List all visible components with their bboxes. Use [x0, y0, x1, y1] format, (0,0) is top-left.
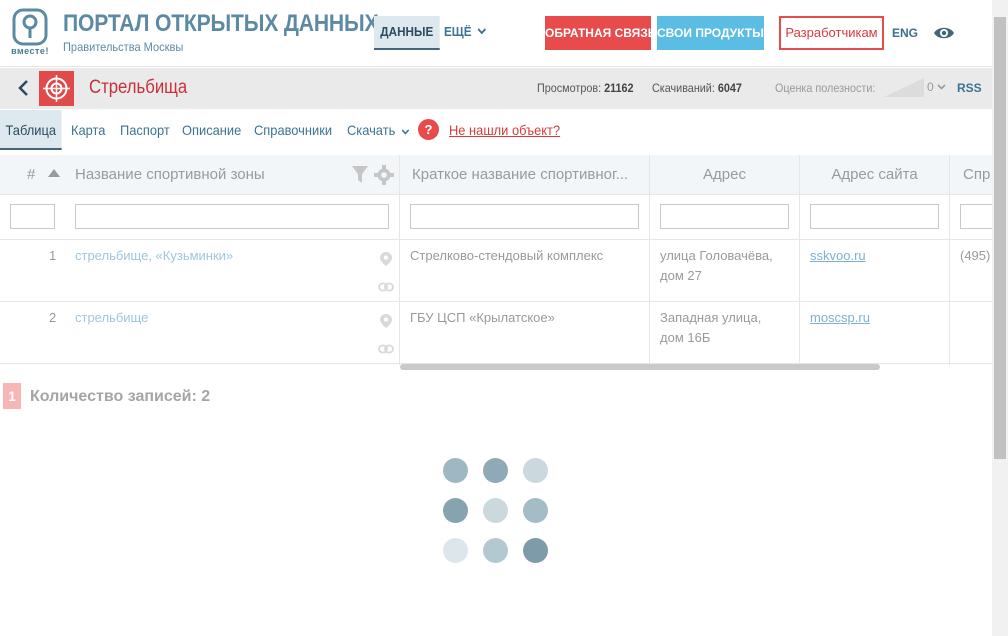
spinner-dot — [483, 458, 508, 483]
filter-icon[interactable] — [352, 166, 368, 184]
tab-dictionaries[interactable]: Справочники — [254, 110, 332, 150]
tab-download-label: Скачать — [347, 122, 396, 138]
link-icon[interactable] — [378, 344, 394, 354]
filter-input-website[interactable] — [810, 204, 939, 229]
column-divider — [399, 155, 400, 365]
dataset-title: Стрельбища — [89, 77, 188, 98]
row-short-name: Стрелково-стендовый комплекс — [410, 248, 604, 263]
tab-table[interactable]: Таблица — [0, 110, 62, 150]
tab-passport[interactable]: Паспорт — [120, 110, 170, 150]
filter-input-name[interactable] — [75, 204, 389, 229]
logo-icon[interactable]: вместе! — [6, 8, 54, 60]
rating-dropdown[interactable]: 0 — [927, 80, 946, 94]
table-header: # Название спортивной зоны Краткое назва… — [0, 155, 992, 195]
link-icon[interactable] — [378, 282, 394, 292]
table-row[interactable]: 1 стрельбище, «Кузьминки» Стрелково-стен… — [0, 240, 992, 302]
row-website-link[interactable]: moscsp.ru — [810, 308, 870, 328]
nav-more-label: ЕЩЁ — [444, 24, 472, 39]
column-header-phone[interactable]: Спр — [963, 155, 992, 195]
views-label: Просмотров: — [537, 81, 602, 95]
filter-input-address[interactable] — [660, 204, 789, 229]
data-table: # Название спортивной зоны Краткое назва… — [0, 155, 992, 365]
vertical-scrollbar[interactable] — [992, 0, 1008, 636]
column-header-short-name[interactable]: Краткое название спортивног... — [412, 155, 644, 195]
sort-asc-icon[interactable] — [48, 169, 60, 177]
rating-label: Оценка полезности: — [775, 81, 876, 95]
row-name-link[interactable]: стрельбище — [75, 308, 148, 328]
row-website-link[interactable]: sskvoo.ru — [810, 246, 866, 266]
dataset-bar: Стрельбища Просмотров: 21162 Скачиваний:… — [0, 68, 992, 109]
row-address: Западная улица, дом 16Б — [660, 308, 761, 348]
portal-subtitle: Правительства Москвы — [63, 40, 184, 54]
table-row[interactable]: 2 стрельбище ГБУ ЦСП «Крылатское» Западн… — [0, 302, 992, 364]
row-address-line1: улица Головачёва, — [660, 248, 773, 263]
column-header-website[interactable]: Адрес сайта — [800, 155, 949, 195]
chevron-down-icon — [477, 28, 486, 35]
filter-input-phone[interactable] — [960, 204, 992, 229]
horizontal-scrollbar[interactable] — [400, 364, 880, 370]
logo-word: вместе! — [11, 46, 49, 56]
spinner-dot — [523, 498, 548, 523]
row-phone: (495) — [960, 248, 991, 263]
dataset-tabs: Таблица Карта Паспорт Описание Справочни… — [0, 110, 992, 153]
filter-input-num[interactable] — [10, 204, 55, 229]
spinner-dot — [483, 538, 508, 563]
row-address-line2: дом 27 — [660, 268, 702, 283]
row-address-line2: дом 16Б — [660, 330, 711, 345]
downloads-label: Скачиваний: — [652, 81, 715, 95]
tab-map[interactable]: Карта — [71, 110, 105, 150]
not-found-link[interactable]: Не нашли объект? — [449, 110, 560, 150]
developers-button[interactable]: Разработчикам — [779, 16, 884, 50]
downloads-stat: Скачиваний: 6047 — [652, 81, 742, 95]
row-short-name: ГБУ ЦСП «Крылатское» — [410, 310, 555, 325]
row-address-line1: Западная улица, — [660, 310, 762, 325]
column-divider — [649, 155, 650, 365]
rating-meter[interactable] — [884, 78, 924, 97]
column-divider — [949, 155, 950, 365]
chevron-down-icon — [937, 84, 946, 90]
portal-title[interactable]: ПОРТАЛ ОТКРЫТЫХ ДАННЫХ — [63, 10, 379, 38]
spinner-dot — [443, 458, 468, 483]
downloads-count: 6047 — [717, 81, 742, 95]
feedback-button[interactable]: ОБРАТНАЯ СВЯЗЬ — [545, 16, 656, 50]
spinner-dot — [483, 498, 508, 523]
views-stat: Просмотров: 21162 — [537, 81, 634, 95]
nav-more[interactable]: ЕЩЁ — [444, 24, 486, 39]
rating-value: 0 — [927, 80, 934, 94]
scrollbar-thumb[interactable] — [994, 17, 1006, 459]
row-num: 1 — [49, 248, 57, 263]
site-header: вместе! ПОРТАЛ ОТКРЫТЫХ ДАННЫХ Правитель… — [0, 0, 992, 67]
tab-download[interactable]: Скачать — [347, 110, 410, 150]
rss-link[interactable]: RSS — [957, 81, 982, 95]
tab-description[interactable]: Описание — [182, 110, 241, 150]
gear-icon[interactable] — [374, 165, 394, 185]
row-num: 2 — [49, 310, 57, 325]
map-pin-icon[interactable] — [380, 252, 392, 266]
nav-data[interactable]: ДАННЫЕ — [374, 16, 440, 50]
spinner-dot — [443, 538, 468, 563]
chevron-down-icon — [402, 129, 410, 135]
column-header-num[interactable]: # — [27, 155, 35, 195]
spinner-dot — [523, 538, 548, 563]
filter-input-short-name[interactable] — [410, 204, 639, 229]
column-header-name[interactable]: Название спортивной зоны — [75, 155, 345, 195]
row-name-link[interactable]: стрельбище, «Кузьминки» — [75, 246, 233, 266]
column-divider — [799, 155, 800, 365]
help-icon[interactable]: ? — [418, 119, 439, 140]
back-arrow-icon[interactable] — [14, 78, 34, 98]
language-switch[interactable]: ENG — [892, 26, 918, 40]
page-badge[interactable]: 1 — [3, 383, 21, 409]
target-icon — [39, 71, 74, 106]
spinner-dot — [523, 458, 548, 483]
records-count: Количество записей: 2 — [30, 388, 211, 405]
views-count: 21162 — [604, 81, 634, 95]
eye-icon[interactable] — [933, 24, 955, 42]
map-pin-icon[interactable] — [380, 314, 392, 328]
filter-row — [0, 195, 992, 240]
row-address: улица Головачёва, дом 27 — [660, 246, 773, 286]
spinner-dot — [443, 498, 468, 523]
column-header-address[interactable]: Адрес — [650, 155, 799, 195]
own-products-button[interactable]: СВОИ ПРОДУКТЫ! — [657, 16, 768, 50]
